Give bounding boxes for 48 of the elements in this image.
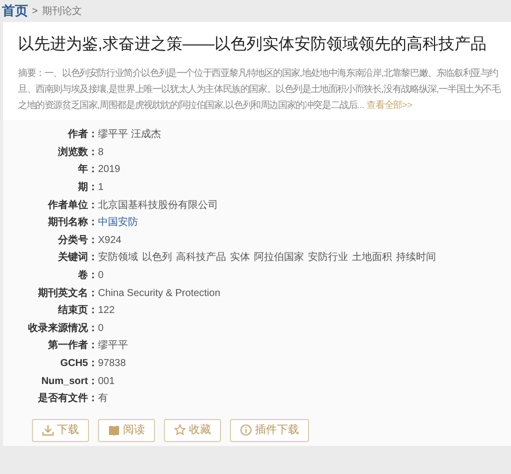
- keyword-link[interactable]: 土地面积: [352, 250, 392, 266]
- field-label: 浏览数：: [57, 146, 98, 160]
- field-value: 001: [98, 374, 115, 389]
- field-value: 2019: [98, 163, 120, 178]
- breadcrumb-separator: >: [32, 4, 38, 18]
- field-value: 0: [98, 269, 104, 284]
- keyword-link[interactable]: 实体: [230, 250, 250, 266]
- field-value: 0: [98, 322, 104, 336]
- field-label: 卷：: [77, 268, 98, 284]
- keyword-link[interactable]: 以色列: [142, 250, 172, 266]
- field-label: 是否有文件：: [37, 392, 98, 406]
- field-value: 97838: [98, 357, 126, 372]
- field-value: 122: [98, 304, 115, 318]
- field-value: 缪平平 汪成杰: [98, 128, 161, 142]
- field-value: 有: [98, 392, 108, 406]
- field-label: 年：: [76, 162, 98, 178]
- field-label: 作者：: [66, 128, 98, 142]
- home-link[interactable]: 首页: [2, 1, 28, 21]
- field-value: 北京国基科技股份有限公司: [98, 198, 218, 213]
- star-icon: [174, 424, 186, 436]
- field-label: 收录来源情况：: [27, 322, 98, 336]
- breadcrumb-current: 期刊论文: [42, 4, 82, 18]
- article-title: 以先进为鉴,求奋进之策——以色列实体安防领域领先的高科技产品: [18, 34, 488, 55]
- field-label: GCH5：: [59, 357, 98, 372]
- field-value: X924: [98, 234, 122, 248]
- book-icon: [108, 424, 120, 436]
- field-value-link[interactable]: 中国安防: [98, 215, 138, 230]
- download-icon: [42, 424, 54, 436]
- field-value: 缪平平: [98, 339, 128, 354]
- field-value: 8: [98, 146, 104, 160]
- field-value: 1: [98, 181, 104, 196]
- field-value: China Security & Protection: [98, 286, 220, 301]
- keyword-link[interactable]: 安防领域: [98, 250, 138, 266]
- keyword-link[interactable]: 阿拉伯国家: [254, 250, 304, 266]
- field-label: 关键词：: [57, 250, 98, 266]
- field-label: 分类号：: [56, 234, 98, 248]
- field-label: 期刊英文名：: [37, 286, 98, 301]
- field-label: 作者单位：: [46, 198, 98, 213]
- keyword-link[interactable]: 持续时间: [396, 250, 436, 266]
- field-label: Num_sort：: [40, 374, 98, 389]
- field-label: 期刊名称：: [47, 216, 98, 230]
- field-label: 期：: [77, 180, 98, 196]
- keyword-link[interactable]: 高科技产品: [176, 250, 226, 266]
- field-label: 结束页：: [56, 304, 98, 318]
- keyword-link[interactable]: 安防行业: [308, 250, 348, 266]
- abstract-text: 摘要：一、以色列安防行业简介以色列是一个位于西亚黎凡特地区的国家,地处地中海东南沿岸,北靠黎巴嫩、东临叙利亚与约旦、西南则与埃及接壤,是世界上唯一以犹太人为主体民族的国家。以色列是土地面积小而狭长,没有战略纵深,一半国土为不毛之地的资源贫乏国家,周围都是虎视眈眈的阿拉伯国家,以色列和周边国家的冲突是二战后... 查看全部>>: [18, 67, 502, 112]
- field-label: 第一作者：: [47, 338, 98, 354]
- info-icon: [240, 424, 252, 436]
